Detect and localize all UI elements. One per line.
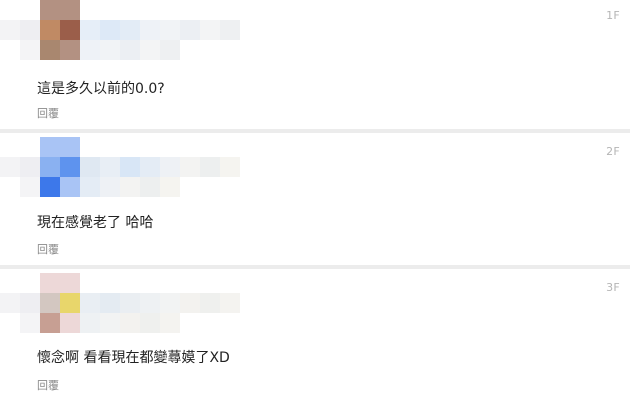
mosaic-cell	[200, 157, 220, 177]
mosaic-cell	[200, 20, 220, 40]
mosaic-cell	[20, 177, 40, 197]
mosaic-cell	[140, 293, 160, 313]
mosaic-cell	[120, 157, 140, 177]
floor-number: 1F	[606, 9, 620, 22]
mosaic-cell	[0, 20, 20, 40]
comment-item: 1F 這是多久以前的0.0? 回覆	[0, 0, 630, 129]
mosaic-cell	[160, 20, 180, 40]
mosaic-cell	[120, 293, 140, 313]
mosaic-cell	[120, 40, 140, 60]
mosaic-cell	[80, 293, 100, 313]
mosaic-cell	[140, 20, 160, 40]
mosaic-cell	[200, 293, 220, 313]
comment-text: 懷念啊 看看現在都變蕁嫫了XD	[37, 350, 230, 366]
mosaic-cell	[60, 177, 80, 197]
mosaic-cell	[220, 293, 240, 313]
floor-number: 2F	[606, 145, 620, 158]
mosaic-cell	[160, 313, 180, 333]
mosaic-cell	[160, 177, 180, 197]
mosaic-cell	[40, 40, 60, 60]
mosaic-cell	[0, 293, 20, 313]
mosaic-cell	[40, 20, 60, 40]
reply-button[interactable]: 回覆	[37, 241, 59, 257]
mosaic-cell	[60, 137, 80, 157]
mosaic-cell	[180, 157, 200, 177]
mosaic-cell	[40, 293, 60, 313]
mosaic-cell	[180, 293, 200, 313]
mosaic-cell	[40, 0, 60, 20]
mosaic-cell	[0, 157, 20, 177]
mosaic-cell	[20, 157, 40, 177]
mosaic-cell	[100, 20, 120, 40]
mosaic-cell	[40, 273, 60, 293]
mosaic-cell	[40, 157, 60, 177]
mosaic-cell	[220, 157, 240, 177]
mosaic-cell	[140, 40, 160, 60]
mosaic-cell	[60, 40, 80, 60]
mosaic-cell	[60, 157, 80, 177]
mosaic-cell	[40, 313, 60, 333]
mosaic-cell	[80, 40, 100, 60]
comment-item: 2F 現在感覺老了 哈哈 回覆	[0, 133, 630, 265]
mosaic-cell	[100, 40, 120, 60]
mosaic-cell	[40, 177, 60, 197]
mosaic-cell	[40, 137, 60, 157]
mosaic-cell	[60, 313, 80, 333]
mosaic-cell	[100, 157, 120, 177]
mosaic-cell	[20, 40, 40, 60]
mosaic-cell	[20, 293, 40, 313]
reply-button[interactable]: 回覆	[37, 377, 59, 393]
mosaic-cell	[60, 273, 80, 293]
mosaic-cell	[140, 313, 160, 333]
mosaic-cell	[80, 177, 100, 197]
mosaic-cell	[100, 177, 120, 197]
mosaic-cell	[120, 177, 140, 197]
mosaic-cell	[60, 293, 80, 313]
mosaic-cell	[100, 313, 120, 333]
mosaic-cell	[80, 313, 100, 333]
mosaic-cell	[140, 157, 160, 177]
mosaic-cell	[60, 20, 80, 40]
mosaic-cell	[80, 20, 100, 40]
mosaic-cell	[120, 20, 140, 40]
mosaic-cell	[160, 40, 180, 60]
mosaic-cell	[180, 20, 200, 40]
comment-item: 3F 懷念啊 看看現在都變蕁嫫了XD 回覆	[0, 269, 630, 401]
comment-text: 現在感覺老了 哈哈	[37, 215, 154, 231]
mosaic-cell	[160, 293, 180, 313]
mosaic-cell	[80, 157, 100, 177]
mosaic-cell	[220, 20, 240, 40]
mosaic-cell	[20, 313, 40, 333]
floor-number: 3F	[606, 281, 620, 294]
mosaic-cell	[20, 20, 40, 40]
comment-text: 這是多久以前的0.0?	[37, 81, 165, 97]
mosaic-cell	[60, 0, 80, 20]
mosaic-cell	[160, 157, 180, 177]
mosaic-cell	[120, 313, 140, 333]
mosaic-cell	[140, 177, 160, 197]
comment-thread: 1F 這是多久以前的0.0? 回覆 2F 現在感覺老了 哈哈 回覆 3F 懷念啊…	[0, 0, 630, 401]
mosaic-cell	[100, 293, 120, 313]
reply-button[interactable]: 回覆	[37, 105, 59, 121]
